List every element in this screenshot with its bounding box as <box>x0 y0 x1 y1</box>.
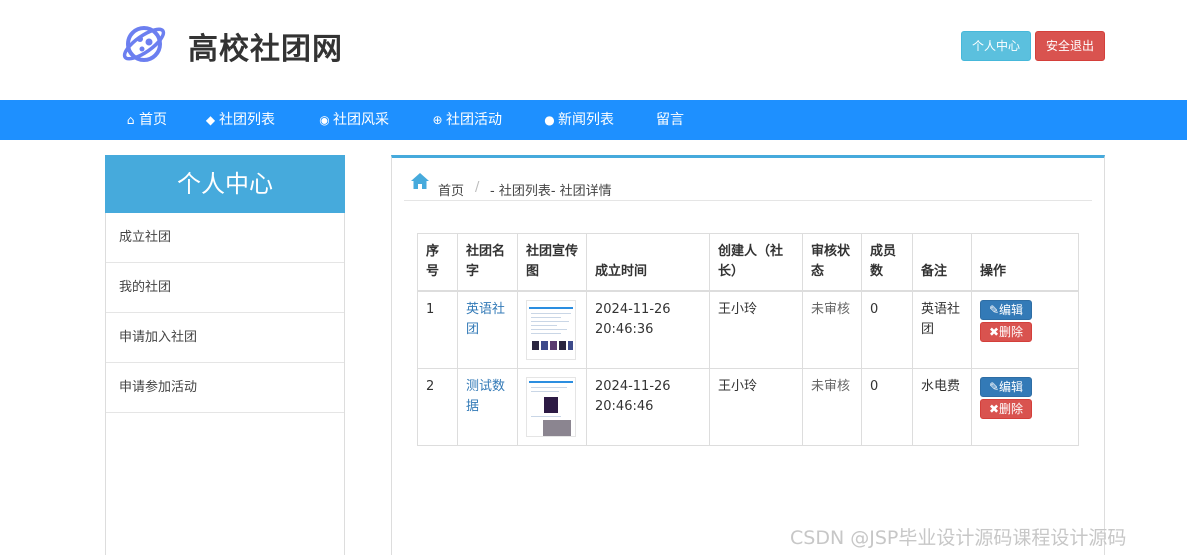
sidebar-item-join-activity[interactable]: 申请参加活动 <box>106 363 344 413</box>
cell-members: 0 <box>861 290 913 369</box>
club-name-link[interactable]: 英语社团 <box>466 302 505 337</box>
delete-label: 删除 <box>999 402 1024 416</box>
col-header-no: 序号 <box>417 233 458 292</box>
main-panel: 首页 / - 社团列表- 社团详情 序号 社团名字 社团宣传图 成立时间 创建人… <box>391 155 1105 555</box>
logout-button[interactable]: 安全退出 <box>1035 31 1105 61</box>
col-header-name: 社团名字 <box>457 233 518 292</box>
edit-label: 编辑 <box>999 380 1024 394</box>
table-header-row: 序号 社团名字 社团宣传图 成立时间 创建人（社长） 审核状态 成员数 备注 操… <box>417 233 1079 292</box>
nav-item-label: 社团活动 <box>446 112 502 128</box>
delete-button[interactable]: ✖删除 <box>980 399 1032 419</box>
cube-icon: ◆ <box>205 113 216 127</box>
club-table: 序号 社团名字 社团宣传图 成立时间 创建人（社长） 审核状态 成员数 备注 操… <box>417 233 1079 446</box>
col-header-poster: 社团宣传图 <box>517 233 587 292</box>
lifebuoy-icon: ⊕ <box>432 113 443 127</box>
edit-button[interactable]: ✎编辑 <box>980 377 1032 397</box>
breadcrumb-separator: / <box>475 180 480 195</box>
nav-item-clubs[interactable]: ◆ 社团列表 <box>204 100 275 140</box>
col-header-actions: 操作 <box>971 233 1079 292</box>
delete-label: 删除 <box>999 325 1024 339</box>
sidebar: 个人中心 成立社团 我的社团 申请加入社团 申请参加活动 <box>105 155 345 555</box>
home-icon <box>411 173 429 189</box>
main-nav: ⌂ 首页 ◆ 社团列表 ◉ 社团风采 ⊕ 社团活动 ● 新闻列表 留言 <box>0 100 1187 140</box>
nav-item-label: 社团列表 <box>219 112 275 128</box>
nav-item-label: 新闻列表 <box>558 112 614 128</box>
nav-item-message[interactable]: 留言 <box>656 100 684 140</box>
planet-logo-icon <box>122 26 166 62</box>
cell-time: 2024-11-26 20:46:46 <box>586 368 710 446</box>
cell-time: 2024-11-26 20:46:36 <box>586 290 710 369</box>
nav-item-activities[interactable]: ⊕ 社团活动 <box>431 100 502 140</box>
site-title: 高校社团网 <box>188 32 343 67</box>
close-icon: ✖ <box>988 325 1000 339</box>
table-row: 2 测试数据 2024-11-26 20:46:46 王小玲 未审核 0 水电费… <box>417 368 1079 446</box>
nav-item-label: 首页 <box>139 112 167 128</box>
nav-item-home[interactable]: ⌂ 首页 <box>124 100 167 140</box>
record-icon: ◉ <box>319 113 330 127</box>
cell-status: 未审核 <box>802 368 862 446</box>
watermark: CSDN @JSP毕业设计源码课程设计源码 <box>790 527 1127 549</box>
club-name-link[interactable]: 测试数据 <box>466 379 505 414</box>
pencil-icon: ✎ <box>988 303 1000 317</box>
delete-button[interactable]: ✖删除 <box>980 322 1032 342</box>
col-header-members: 成员数 <box>861 233 913 292</box>
sidebar-title: 个人中心 <box>105 155 345 213</box>
cell-remark: 水电费 <box>912 368 972 446</box>
col-header-creator: 创建人（社长） <box>709 233 803 292</box>
breadcrumb-home-link[interactable]: 首页 <box>438 180 464 199</box>
sidebar-item-join-club[interactable]: 申请加入社团 <box>106 313 344 363</box>
cell-creator: 王小玲 <box>709 368 803 446</box>
nav-item-label: 社团风采 <box>333 112 389 128</box>
col-header-status: 审核状态 <box>802 233 862 292</box>
cell-no: 1 <box>417 290 458 369</box>
cell-members: 0 <box>861 368 913 446</box>
edit-button[interactable]: ✎编辑 <box>980 300 1032 320</box>
sidebar-item-my-clubs[interactable]: 我的社团 <box>106 263 344 313</box>
sidebar-item-create-club[interactable]: 成立社团 <box>106 213 344 263</box>
nav-item-label: 留言 <box>656 112 684 128</box>
cell-creator: 王小玲 <box>709 290 803 369</box>
breadcrumb-path: - 社团列表- 社团详情 <box>490 184 612 199</box>
cell-status: 未审核 <box>802 290 862 369</box>
cell-no: 2 <box>417 368 458 446</box>
globe-icon: ● <box>544 113 555 127</box>
table-row: 1 英语社团 2024-11-26 20:46:36 王小玲 未审核 0 英语社… <box>417 290 1079 369</box>
col-header-remark: 备注 <box>912 233 972 292</box>
club-poster-image <box>526 377 576 437</box>
cell-remark: 英语社团 <box>912 290 972 369</box>
home-icon: ⌂ <box>126 113 135 127</box>
nav-item-news[interactable]: ● 新闻列表 <box>543 100 614 140</box>
pencil-icon: ✎ <box>988 380 1000 394</box>
col-header-time: 成立时间 <box>586 233 710 292</box>
user-center-button[interactable]: 个人中心 <box>961 31 1031 61</box>
edit-label: 编辑 <box>999 303 1024 317</box>
breadcrumb: 首页 / - 社团列表- 社团详情 <box>404 172 1092 201</box>
club-poster-image <box>526 300 576 360</box>
nav-item-showcase[interactable]: ◉ 社团风采 <box>318 100 389 140</box>
close-icon: ✖ <box>988 402 1000 416</box>
